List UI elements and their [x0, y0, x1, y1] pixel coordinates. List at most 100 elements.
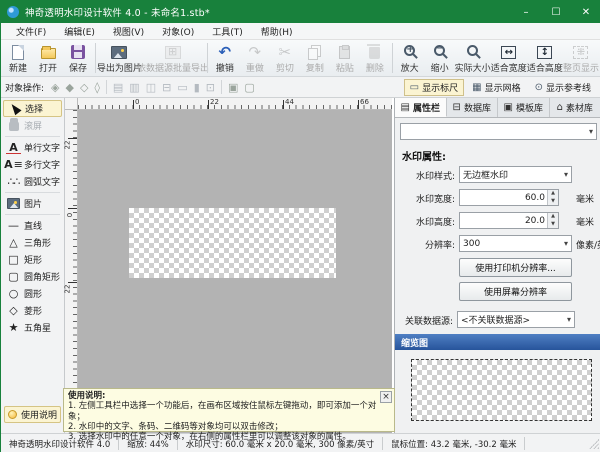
actual-size-icon	[467, 45, 478, 56]
resize-grip-icon[interactable]	[589, 439, 599, 449]
menu-view[interactable]: 视图(V)	[104, 23, 153, 40]
fit-width-button[interactable]: ↔ 适合宽度	[491, 41, 527, 75]
actual-size-button[interactable]: 实际大小	[455, 41, 491, 75]
fit-page-icon: ⁜	[573, 46, 588, 59]
width-spinner[interactable]: 60.0 ▲ ▼	[459, 189, 559, 206]
spin-up-icon[interactable]: ▲	[548, 213, 558, 221]
tab-properties[interactable]: ▤ 属性栏	[395, 98, 447, 117]
datasource-label: 关联数据源:	[395, 314, 453, 327]
tool-multi-line-text[interactable]: A 多行文字	[3, 156, 62, 173]
dpi-select[interactable]: 300 ▾	[459, 235, 572, 252]
close-button[interactable]: ✕	[571, 1, 600, 23]
rectangle-icon: □	[6, 254, 21, 265]
design-canvas[interactable]	[78, 110, 392, 433]
chevron-down-icon: ▾	[589, 127, 593, 136]
spin-down-icon[interactable]: ▼	[548, 198, 558, 206]
status-mouse-position: 鼠标位置: 43.2 毫米, -30.2 毫米	[383, 437, 525, 450]
tool-diamond[interactable]: ◇ 菱形	[3, 302, 62, 319]
menu-help[interactable]: 帮助(H)	[252, 23, 302, 40]
show-guides-toggle[interactable]: ⊙ 显示参考线	[529, 79, 597, 96]
open-button[interactable]: 打开	[33, 41, 63, 75]
cursor-arrow-icon	[8, 102, 21, 116]
multi-line-text-icon: A	[6, 159, 21, 170]
ruler-corner	[65, 98, 78, 110]
h-ruler-label: 22	[210, 98, 219, 106]
app-window: 神奇透明水印设计软件 4.0 - 未命名1.stb* – ☐ ✕ 文件(F) 编…	[0, 0, 600, 452]
undo-icon: ↶	[219, 44, 232, 60]
style-label: 水印样式:	[395, 169, 455, 182]
tool-line[interactable]: — 直线	[3, 217, 62, 234]
menu-edit[interactable]: 编辑(E)	[55, 23, 104, 40]
style-select[interactable]: 无边框水印 ▾	[459, 166, 572, 183]
panel-tabs: ▤ 属性栏 ⊟ 数据库 ▣ 模板库 ⌂ 素材库	[395, 98, 600, 118]
spin-down-icon[interactable]: ▼	[548, 221, 558, 229]
new-button[interactable]: 新建	[3, 41, 33, 75]
ungroup-icon: ▢	[241, 81, 257, 94]
datasource-select[interactable]: <不关联数据源> ▾	[457, 311, 575, 328]
h-ruler-label: 0	[135, 98, 139, 106]
copy-button: 复制	[300, 41, 330, 75]
bring-forward-icon[interactable]: ◇	[77, 81, 91, 94]
dpi-unit: 像素/英寸	[576, 238, 600, 251]
align-middle-icon: ▭	[174, 81, 190, 94]
properties-list-icon: ▤	[401, 102, 410, 113]
cut-button: ✂ 剪切	[270, 41, 300, 75]
height-spinner[interactable]: 20.0 ▲ ▼	[459, 212, 559, 229]
usage-note-line: 3. 选择水印中的任意一个对象，在右侧的属性栏里可以调整该对象的属性。	[68, 432, 390, 442]
menu-object[interactable]: 对象(O)	[153, 23, 203, 40]
spin-up-icon[interactable]: ▲	[548, 190, 558, 198]
tool-image[interactable]: 图片	[3, 195, 62, 212]
usage-note-close-button[interactable]: ×	[380, 391, 392, 403]
diamond-icon: ◇	[6, 305, 21, 316]
tab-materials[interactable]: ⌂ 素材库	[550, 98, 600, 117]
line-icon: —	[6, 220, 21, 231]
batch-export-button: 依数据源批量导出	[141, 41, 205, 75]
zoom-in-button[interactable]: 放大	[395, 41, 425, 75]
tool-arc-text[interactable]: ∴∴ 圆弧文字	[3, 173, 62, 190]
use-printer-dpi-button[interactable]: 使用打印机分辨率...	[459, 258, 572, 277]
tool-star[interactable]: ★ 五角星	[3, 319, 62, 336]
sidebar-separator	[5, 136, 60, 137]
tool-rectangle[interactable]: □ 矩形	[3, 251, 62, 268]
tab-database[interactable]: ⊟ 数据库	[447, 98, 499, 117]
show-ruler-toggle[interactable]: ▭ 显示标尺	[404, 79, 464, 96]
show-grid-toggle[interactable]: ▦ 显示网格	[466, 79, 526, 96]
width-label: 水印宽度:	[395, 192, 455, 205]
chevron-down-icon: ▾	[564, 170, 568, 179]
maximize-button[interactable]: ☐	[541, 1, 571, 23]
tool-triangle[interactable]: △ 三角形	[3, 234, 62, 251]
guides-eye-icon: ⊙	[535, 82, 543, 93]
trash-icon	[369, 47, 380, 59]
object-selector-combo[interactable]: ▾	[400, 123, 597, 140]
delete-button: 删除	[360, 41, 390, 75]
send-to-back-icon[interactable]: ◆	[63, 81, 77, 94]
save-button[interactable]: 保存	[63, 41, 93, 75]
send-backward-icon[interactable]: ◊	[91, 81, 102, 94]
triangle-icon: △	[6, 237, 21, 248]
minimize-button[interactable]: –	[511, 1, 541, 23]
fit-height-button[interactable]: ↕ 适合高度	[527, 41, 563, 75]
new-document-icon	[12, 45, 24, 60]
paste-clipboard-icon	[339, 46, 350, 59]
undo-button[interactable]: ↶ 撤销	[210, 41, 240, 75]
toolbar-separator	[392, 43, 393, 73]
tab-templates[interactable]: ▣ 模板库	[498, 98, 550, 117]
zoom-out-button[interactable]: 缩小	[425, 41, 455, 75]
objectbar-separator	[106, 80, 107, 94]
menu-tools[interactable]: 工具(T)	[203, 23, 252, 40]
export-image-button[interactable]: 导出为图片	[98, 41, 141, 75]
menu-file[interactable]: 文件(F)	[7, 23, 55, 40]
watermark-object[interactable]	[129, 208, 336, 278]
ruler-ticks	[73, 110, 77, 433]
height-unit: 毫米	[576, 215, 594, 228]
use-screen-dpi-button[interactable]: 使用屏幕分辨率	[459, 282, 572, 301]
usage-note-title: 使用说明:	[68, 391, 390, 401]
tool-circle[interactable]: ○ 圆形	[3, 285, 62, 302]
height-label: 水印高度:	[395, 215, 455, 228]
usage-help-button[interactable]: 使用说明	[4, 406, 61, 423]
tool-rounded-rectangle[interactable]: ▢ 圆角矩形	[3, 268, 62, 285]
hand-icon	[9, 121, 19, 131]
bring-to-front-icon[interactable]: ◈	[48, 81, 62, 94]
tool-select[interactable]: 选择	[3, 100, 62, 117]
tool-single-line-text[interactable]: A 单行文字	[3, 139, 62, 156]
